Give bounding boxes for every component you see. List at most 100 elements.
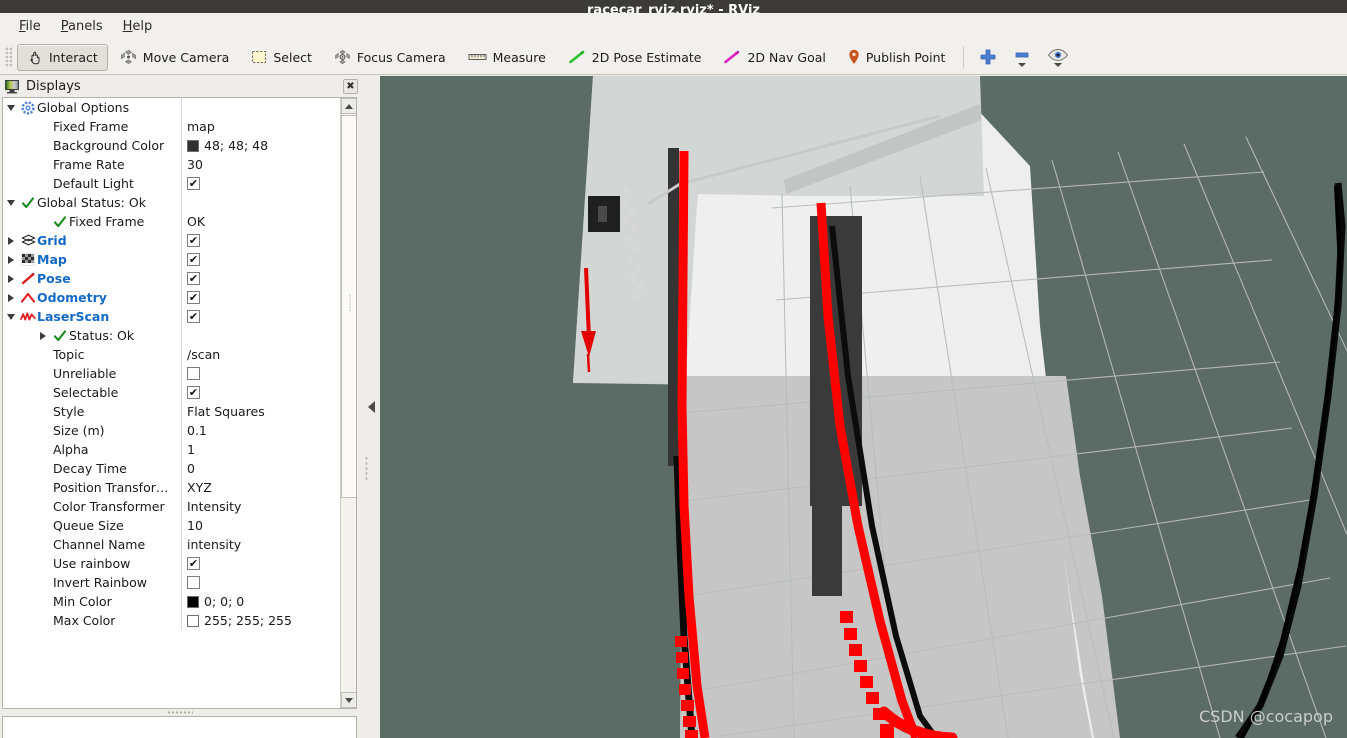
- expand-arrow-icon[interactable]: [35, 331, 51, 340]
- menu-file[interactable]: File: [10, 16, 50, 37]
- tree-row[interactable]: Grid ✔: [3, 231, 340, 250]
- tree-row-value[interactable]: ✔: [181, 250, 340, 269]
- tree-row-value[interactable]: ✔: [181, 554, 340, 573]
- checkbox-checked[interactable]: ✔: [187, 272, 200, 285]
- tree-row-value[interactable]: Intensity: [181, 497, 340, 516]
- expand-arrow-icon[interactable]: [3, 255, 19, 264]
- tree-row-value[interactable]: 255; 255; 255: [181, 611, 340, 630]
- tree-row-value[interactable]: ✔: [181, 307, 340, 326]
- tree-row[interactable]: Max Color 255; 255; 255: [3, 611, 340, 630]
- tree-row[interactable]: Status: Ok: [3, 326, 340, 345]
- tree-row-value[interactable]: 10: [181, 516, 340, 535]
- close-icon[interactable]: ✖: [343, 79, 358, 94]
- menu-panels[interactable]: Panels: [52, 16, 112, 37]
- panel-splitter[interactable]: [362, 76, 380, 738]
- tool-move-camera-button[interactable]: Move Camera: [110, 44, 240, 71]
- tree-row-value[interactable]: 30: [181, 155, 340, 174]
- menu-help[interactable]: Help: [114, 16, 162, 37]
- checkbox-checked[interactable]: ✔: [187, 234, 200, 247]
- tool-publish-point-button[interactable]: Publish Point: [838, 44, 956, 71]
- scrollbar-thumb[interactable]: [341, 115, 356, 498]
- tree-row-value[interactable]: 1: [181, 440, 340, 459]
- tool-2d-pose-estimate-button[interactable]: 2D Pose Estimate: [558, 44, 712, 71]
- tree-row[interactable]: Decay Time 0: [3, 459, 340, 478]
- tree-row[interactable]: Default Light ✔: [3, 174, 340, 193]
- tree-row[interactable]: Style Flat Squares: [3, 402, 340, 421]
- checkbox-checked[interactable]: ✔: [187, 310, 200, 323]
- tree-row[interactable]: Min Color 0; 0; 0: [3, 592, 340, 611]
- tree-row[interactable]: Odometry ✔: [3, 288, 340, 307]
- tree-row[interactable]: Size (m) 0.1: [3, 421, 340, 440]
- tree-row[interactable]: Selectable ✔: [3, 383, 340, 402]
- toolbar-remove-tool-button[interactable]: [1005, 48, 1039, 67]
- tool-interact-button[interactable]: Interact: [17, 43, 108, 71]
- tree-row[interactable]: LaserScan ✔: [3, 307, 340, 326]
- tree-row-value[interactable]: ✔: [181, 269, 340, 288]
- color-swatch[interactable]: [187, 139, 199, 152]
- tree-row-value[interactable]: OK: [181, 212, 340, 231]
- tree-row[interactable]: Background Color 48; 48; 48: [3, 136, 340, 155]
- tree-row[interactable]: Alpha 1: [3, 440, 340, 459]
- expand-arrow-icon[interactable]: [3, 274, 19, 283]
- chevron-down-icon[interactable]: [1018, 62, 1027, 67]
- tree-row[interactable]: Unreliable: [3, 364, 340, 383]
- checkbox-checked[interactable]: ✔: [187, 177, 200, 190]
- displays-panel-resizer[interactable]: [2, 709, 357, 716]
- render-viewport-3d[interactable]: CSDN @cocapop: [380, 76, 1347, 738]
- tree-row[interactable]: Channel Name intensity: [3, 535, 340, 554]
- checkbox-checked[interactable]: ✔: [187, 253, 200, 266]
- tree-row[interactable]: Frame Rate 30: [3, 155, 340, 174]
- tree-row[interactable]: Use rainbow ✔: [3, 554, 340, 573]
- tree-row-value[interactable]: 0; 0; 0: [181, 592, 340, 611]
- tree-row-value[interactable]: 0.1: [181, 421, 340, 440]
- tree-row-value[interactable]: [181, 364, 340, 383]
- tree-row[interactable]: Position Transfor… XYZ: [3, 478, 340, 497]
- scroll-up-button[interactable]: [341, 98, 356, 114]
- tree-row-value[interactable]: XYZ: [181, 478, 340, 497]
- checkbox-unchecked[interactable]: [187, 576, 200, 589]
- tree-row[interactable]: Topic/scan: [3, 345, 340, 364]
- tree-row[interactable]: Color Transformer Intensity: [3, 497, 340, 516]
- expand-arrow-icon[interactable]: [3, 236, 19, 245]
- tree-row-value[interactable]: ✔: [181, 174, 340, 193]
- displays-tree[interactable]: Global Options Fixed Frame map Background C…: [3, 98, 340, 708]
- checkbox-checked[interactable]: ✔: [187, 291, 200, 304]
- tool-2d-nav-goal-button[interactable]: 2D Nav Goal: [713, 44, 835, 71]
- tree-row-value[interactable]: ✔: [181, 231, 340, 250]
- tree-row-value[interactable]: 0: [181, 459, 340, 478]
- tree-row-value[interactable]: map: [181, 117, 340, 136]
- tree-row[interactable]: Fixed Frame map: [3, 117, 340, 136]
- tree-row-value[interactable]: ✔: [181, 288, 340, 307]
- tree-row[interactable]: Map ✔: [3, 250, 340, 269]
- toolbar-drag-handle[interactable]: [4, 46, 13, 68]
- collapse-arrow-icon[interactable]: [3, 313, 19, 320]
- collapse-arrow-icon[interactable]: [3, 104, 19, 111]
- tree-row-value[interactable]: /scan: [181, 345, 340, 364]
- toolbar-visibility-button[interactable]: [1039, 48, 1077, 67]
- chevron-down-icon[interactable]: [1054, 62, 1063, 67]
- checkbox-checked[interactable]: ✔: [187, 386, 200, 399]
- tree-row-value[interactable]: Flat Squares: [181, 402, 340, 421]
- tree-row[interactable]: Pose ✔: [3, 269, 340, 288]
- tree-row[interactable]: Queue Size 10: [3, 516, 340, 535]
- displays-tree-scrollbar[interactable]: [340, 98, 356, 708]
- collapse-arrow-icon[interactable]: [3, 199, 19, 206]
- toolbar-add-tool-button[interactable]: [971, 48, 1005, 66]
- expand-arrow-icon[interactable]: [3, 293, 19, 302]
- tree-row[interactable]: Global Options: [3, 98, 340, 117]
- collapse-panel-icon[interactable]: [367, 401, 375, 413]
- checkbox-unchecked[interactable]: [187, 367, 200, 380]
- tree-row-value[interactable]: ✔: [181, 383, 340, 402]
- color-swatch[interactable]: [187, 614, 199, 627]
- tree-row[interactable]: Global Status: Ok: [3, 193, 340, 212]
- tree-row[interactable]: Fixed Frame OK: [3, 212, 340, 231]
- scroll-down-button[interactable]: [341, 692, 356, 708]
- tool-select-button[interactable]: Select: [241, 44, 322, 71]
- tree-row-value[interactable]: 48; 48; 48: [181, 136, 340, 155]
- tree-row[interactable]: Invert Rainbow: [3, 573, 340, 592]
- tool-measure-button[interactable]: Measure: [458, 44, 556, 71]
- tool-focus-camera-button[interactable]: Focus Camera: [324, 44, 456, 71]
- tree-row-value[interactable]: [181, 573, 340, 592]
- color-swatch[interactable]: [187, 595, 199, 608]
- tree-row-value[interactable]: intensity: [181, 535, 340, 554]
